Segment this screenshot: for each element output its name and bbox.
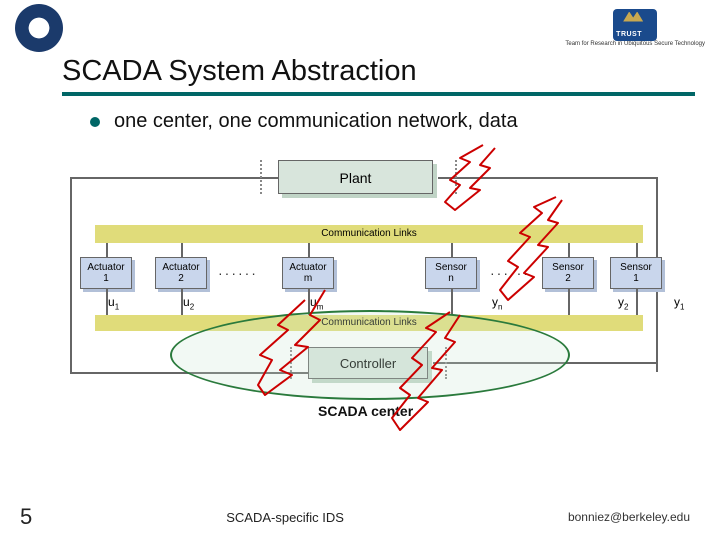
node-label: Actuator bbox=[283, 262, 333, 273]
wire bbox=[181, 243, 183, 257]
node-index: 2 bbox=[156, 273, 206, 284]
node-label: Actuator bbox=[156, 262, 206, 273]
system-diagram: Plant Communication Links Actuator 1 Act… bbox=[60, 155, 670, 445]
sensor-n-box: Sensor n bbox=[425, 257, 477, 289]
wire bbox=[568, 243, 570, 257]
slide-title: SCADA System Abstraction bbox=[62, 55, 695, 88]
node-label: Sensor bbox=[611, 262, 661, 273]
bullet-item: one center, one communication network, d… bbox=[90, 110, 720, 133]
uc-berkeley-seal-icon bbox=[15, 4, 63, 52]
wire bbox=[451, 243, 453, 257]
sensor-2-box: Sensor 2 bbox=[542, 257, 594, 289]
scada-center-label: SCADA center bbox=[318, 403, 413, 419]
wire bbox=[181, 289, 183, 315]
wire bbox=[106, 289, 108, 315]
node-label: Sensor bbox=[543, 262, 593, 273]
node-label: Sensor bbox=[426, 262, 476, 273]
dashed-link bbox=[455, 160, 457, 194]
wire bbox=[70, 177, 278, 179]
wire bbox=[106, 243, 108, 257]
wire bbox=[438, 177, 658, 179]
comm-links-top: Communication Links bbox=[95, 225, 643, 243]
actuator-m-box: Actuator m bbox=[282, 257, 334, 289]
wire bbox=[636, 289, 638, 315]
wire bbox=[636, 243, 638, 257]
trust-caption: Team for Research in Ubiquitous Secure T… bbox=[565, 41, 705, 47]
node-index: 1 bbox=[81, 273, 131, 284]
node-label: Actuator bbox=[81, 262, 131, 273]
node-index: 2 bbox=[543, 273, 593, 284]
var-um: um bbox=[310, 295, 323, 311]
var-u1: u1 bbox=[108, 295, 119, 311]
bullet-dot-icon bbox=[90, 117, 100, 127]
wire bbox=[308, 243, 310, 257]
sensor-1-box: Sensor 1 bbox=[610, 257, 662, 289]
scada-center-ellipse bbox=[170, 310, 570, 400]
footer-email: bonniez@berkeley.edu bbox=[568, 510, 690, 524]
actuator-2-box: Actuator 2 bbox=[155, 257, 207, 289]
var-u2: u2 bbox=[183, 295, 194, 311]
bullet-text: one center, one communication network, d… bbox=[114, 110, 518, 133]
wire bbox=[451, 289, 453, 315]
var-y2: y2 bbox=[618, 295, 628, 311]
plant-box: Plant bbox=[278, 160, 433, 194]
wire bbox=[568, 289, 570, 315]
ellipsis-right: ······ bbox=[490, 265, 530, 281]
var-y1: y1 bbox=[674, 295, 684, 311]
footer-title: SCADA-specific IDS bbox=[2, 510, 568, 525]
node-index: n bbox=[426, 273, 476, 284]
footer: 5 SCADA-specific IDS bonniez@berkeley.ed… bbox=[0, 504, 720, 530]
header-bar: Team for Research in Ubiquitous Secure T… bbox=[0, 0, 720, 55]
trust-logo-icon: Team for Research in Ubiquitous Secure T… bbox=[565, 9, 705, 47]
dashed-link bbox=[260, 160, 262, 194]
actuator-1-box: Actuator 1 bbox=[80, 257, 132, 289]
annotation-scribble-plant bbox=[425, 140, 515, 220]
wire bbox=[70, 177, 72, 372]
node-index: m bbox=[283, 273, 333, 284]
var-yn: yn bbox=[492, 295, 502, 311]
title-bar: SCADA System Abstraction bbox=[62, 55, 695, 96]
node-index: 1 bbox=[611, 273, 661, 284]
ellipsis-left: ······ bbox=[218, 265, 258, 281]
